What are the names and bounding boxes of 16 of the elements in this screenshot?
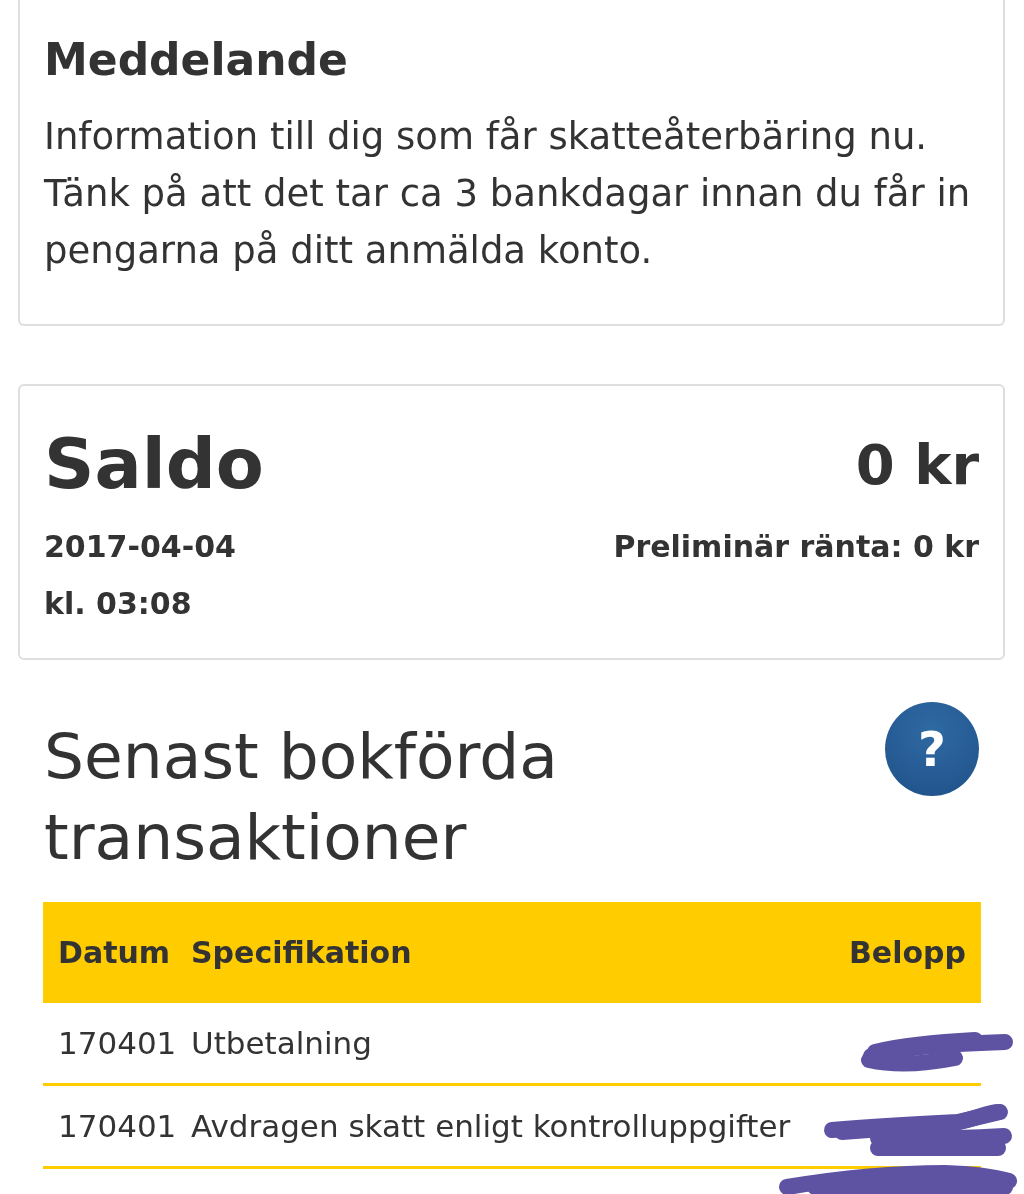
table-cell-text: 170401 [57,1108,178,1144]
balance-amount: 0 kr [855,431,979,497]
interest-label: Preliminär ränta: 0 kr [613,528,979,566]
column-header: Specifikation [190,935,413,970]
help-button[interactable]: ? [885,702,979,796]
table-cell-text: Utbetalning [190,1025,373,1061]
table-cell-text: 170401 [57,1025,178,1061]
message-title: Meddelande [44,33,349,87]
column-header: Belopp [848,935,967,970]
column-header: Datum [57,935,172,970]
message-text: Information till dig som får skatteåterbäring nu. Tänk på att det tar ca 3 bankdagar innan du får in pengarna på ditt anmälda konto. [44,114,972,274]
balance-date: 2017-04-04 [44,528,236,566]
balance-time: kl. 03:08 [44,585,192,623]
balance-title: Saldo [44,422,264,507]
section-heading: Senast bokförda transaktioner [44,719,559,876]
table-cell-text: Avdragen skatt enligt kontrolluppgifter [190,1108,792,1144]
